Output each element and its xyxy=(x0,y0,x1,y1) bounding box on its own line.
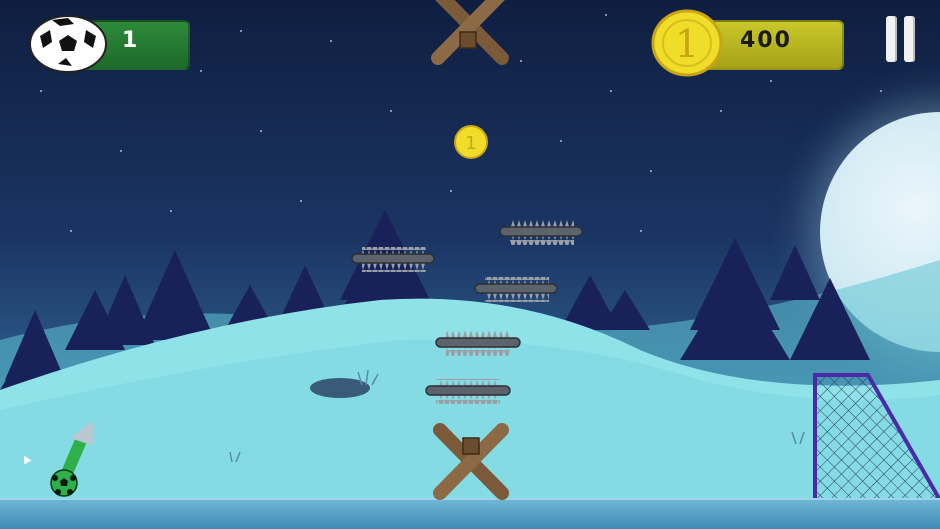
game-scene[interactable]: 1 1 1 400 xyxy=(0,0,940,529)
coin-total-count: 400 xyxy=(740,28,792,53)
gold-coin-icon: 1 xyxy=(651,9,723,77)
pause-icon xyxy=(886,16,897,62)
pause-button[interactable] xyxy=(884,16,918,62)
player[interactable] xyxy=(0,0,940,529)
coin-hud-glyph: 1 xyxy=(675,22,699,66)
soccer-ball-hud-icon xyxy=(29,15,107,73)
balls-remaining-count: 1 xyxy=(122,28,138,53)
pause-icon-bar xyxy=(904,16,915,62)
soccer-ball-icon[interactable] xyxy=(50,469,78,497)
